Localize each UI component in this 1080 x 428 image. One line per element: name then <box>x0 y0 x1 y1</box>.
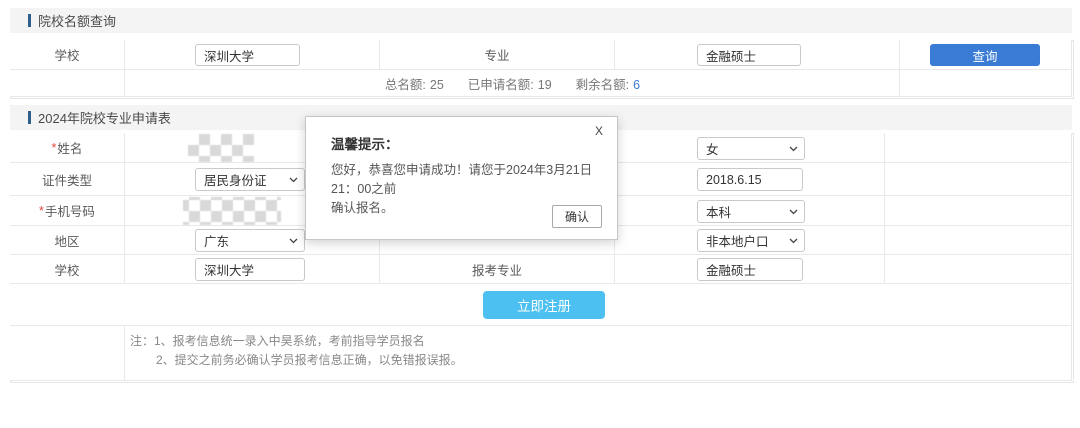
note-line-2: 2、提交之前务必确认学员报考信息正确，以免错报误报。 <box>156 351 930 370</box>
applied-quota: 已申请名额: 19 <box>468 74 552 93</box>
section-accent-bar <box>28 111 31 124</box>
query-major-input[interactable] <box>697 44 801 66</box>
application-form-section-title: 2024年院校专业申请表 <box>38 108 171 127</box>
notes: 注：1、报考信息统一录入中昊系统，考前指导学员报名 2、提交之前务必确认学员报考… <box>130 332 930 370</box>
gender-select-value: 女 <box>706 139 719 158</box>
form-school-input[interactable] <box>195 258 305 281</box>
name-required-mark: * <box>52 141 57 155</box>
query-school-label: 学校 <box>54 45 79 64</box>
apply-major-label-cell: 报考专业 <box>380 255 615 284</box>
phone-label: 手机号码 <box>45 201 95 220</box>
remaining-quota: 剩余名额: 6 <box>576 74 640 93</box>
form-r2-right-cell <box>885 163 1072 196</box>
query-school-input[interactable] <box>195 44 300 66</box>
query-button[interactable]: 查询 <box>930 44 1040 66</box>
apply-major-input[interactable] <box>697 258 803 281</box>
stats-empty-right-cell <box>900 70 1072 97</box>
form-r1-right-cell <box>885 133 1072 163</box>
region-select[interactable]: 广东 <box>195 229 305 252</box>
residence-select[interactable]: 非本地户口 <box>697 229 805 252</box>
total-quota-label: 总名额: <box>385 78 426 92</box>
chevron-down-icon <box>789 238 798 244</box>
region-label: 地区 <box>54 231 79 250</box>
phone-redacted-mosaic <box>183 197 281 225</box>
close-icon[interactable]: X <box>595 124 603 138</box>
chevron-down-icon <box>289 238 298 244</box>
chevron-down-icon <box>789 209 798 215</box>
section-accent-bar <box>28 14 31 27</box>
id-type-label: 证件类型 <box>42 170 92 189</box>
quota-stats: 总名额: 25 已申请名额: 19 剩余名额: 6 <box>125 70 900 97</box>
phone-label-cell: *手机号码 <box>10 196 125 226</box>
tip-dialog: X 温馨提示： 您好，恭喜您申请成功！请您于2024年3月21日21：00之前 … <box>305 116 618 240</box>
total-quota-value: 25 <box>430 78 444 92</box>
quota-query-section-title: 院校名额查询 <box>38 11 116 30</box>
quota-query-section-header: 院校名额查询 <box>10 8 1072 33</box>
birth-date-input[interactable] <box>697 168 803 191</box>
name-redacted-mosaic <box>188 134 254 162</box>
form-r4-right-cell <box>885 226 1072 255</box>
region-select-value: 广东 <box>204 231 229 250</box>
form-school-label: 学校 <box>54 260 79 279</box>
stats-empty-left-cell <box>10 70 125 97</box>
form-school-label-cell: 学校 <box>10 255 125 284</box>
apply-major-label: 报考专业 <box>472 260 522 279</box>
notes-empty-cell <box>10 326 125 381</box>
applied-quota-label: 已申请名额: <box>468 78 534 92</box>
dialog-title: 温馨提示： <box>331 133 399 153</box>
register-button[interactable]: 立即注册 <box>483 291 605 319</box>
remaining-quota-value: 6 <box>633 78 640 92</box>
residence-select-value: 非本地户口 <box>706 231 769 250</box>
id-type-select[interactable]: 居民身份证 <box>195 168 305 191</box>
education-select-value: 本科 <box>706 202 731 221</box>
education-select[interactable]: 本科 <box>697 200 805 223</box>
applied-quota-value: 19 <box>538 78 552 92</box>
name-label: 姓名 <box>57 138 82 157</box>
phone-required-mark: * <box>39 204 44 218</box>
note-line-1: 注：1、报考信息统一录入中昊系统，考前指导学员报名 <box>130 332 930 351</box>
query-major-label-cell: 专业 <box>380 40 615 70</box>
total-quota: 总名额: 25 <box>385 74 444 93</box>
remaining-quota-label: 剩余名额: <box>576 78 629 92</box>
query-school-label-cell: 学校 <box>10 40 125 70</box>
page: 院校名额查询 学校 专业 查询 总名额: 25 已申请名额: 19 剩余名额: 6 2… <box>0 0 1080 428</box>
region-label-cell: 地区 <box>10 226 125 255</box>
id-type-select-value: 居民身份证 <box>204 170 267 189</box>
dialog-message-line-1: 您好，恭喜您申请成功！请您于2024年3月21日21：00之前 <box>331 161 606 199</box>
gender-select[interactable]: 女 <box>697 137 805 160</box>
form-r3-right-cell <box>885 196 1072 226</box>
query-major-label: 专业 <box>484 45 509 64</box>
name-label-cell: *姓名 <box>10 133 125 163</box>
confirm-button[interactable]: 确认 <box>552 205 602 228</box>
id-type-label-cell: 证件类型 <box>10 163 125 196</box>
chevron-down-icon <box>289 177 298 183</box>
form-r5-right-cell <box>885 255 1072 284</box>
chevron-down-icon <box>789 146 798 152</box>
